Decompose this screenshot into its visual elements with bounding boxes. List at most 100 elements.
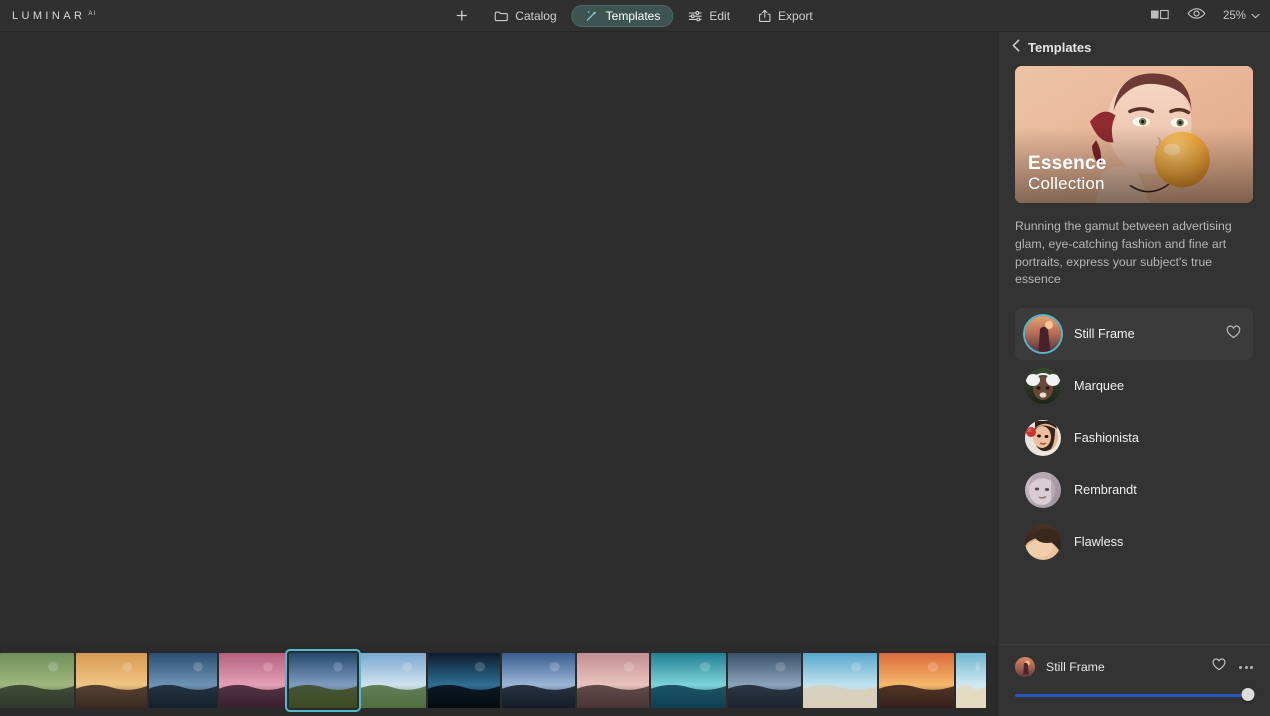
- tab-export[interactable]: Export: [745, 5, 826, 27]
- applied-template-bar: Still Frame: [998, 644, 1270, 716]
- template-thumbnail-image: [1025, 420, 1061, 457]
- luminar-app-window: LUMINAR AI Catalog Templates Edit Export…: [0, 0, 1270, 716]
- template-thumbnail: [1025, 524, 1061, 561]
- template-thumbnail-image: [1025, 472, 1061, 509]
- image-canvas[interactable]: [0, 32, 997, 645]
- filmstrip-thumbnail[interactable]: [803, 653, 877, 708]
- template-thumbnail-image: [1025, 368, 1061, 405]
- still-frame-thumb-small-image: [1015, 657, 1035, 677]
- add-button[interactable]: [444, 5, 479, 27]
- filmstrip-thumbnail[interactable]: [359, 653, 426, 708]
- filmstrip-thumbnail[interactable]: [879, 653, 954, 708]
- filmstrip-thumbnail-image: [359, 653, 426, 708]
- logo-text: LUMINAR: [12, 9, 86, 22]
- filmstrip-thumbnail[interactable]: [728, 653, 801, 708]
- filmstrip-thumbnail-image: [289, 653, 357, 708]
- filmstrip-thumbnail[interactable]: [502, 653, 575, 708]
- preview-eye-icon[interactable]: [1187, 7, 1206, 25]
- folder-icon: [494, 10, 508, 22]
- filmstrip-thumbnail[interactable]: [285, 649, 361, 712]
- tab-edit-label: Edit: [709, 8, 731, 23]
- compare-view-icon[interactable]: [1150, 7, 1170, 25]
- template-thumbnail-image: [1025, 524, 1061, 561]
- heart-icon[interactable]: [1226, 325, 1241, 344]
- slider-knob[interactable]: [1241, 688, 1255, 701]
- template-item-marquee[interactable]: Marquee: [1015, 360, 1253, 412]
- template-item-flawless[interactable]: Flawless: [1015, 516, 1253, 568]
- tab-export-label: Export: [778, 8, 813, 23]
- share-icon: [758, 9, 771, 23]
- back-chevron-icon[interactable]: [1012, 39, 1020, 55]
- plus-icon: [455, 9, 468, 22]
- applied-template-name: Still Frame: [1046, 660, 1105, 674]
- filmstrip-thumbnail[interactable]: [956, 653, 986, 708]
- filmstrip[interactable]: [0, 645, 997, 716]
- filmstrip-thumbnail-image: [0, 653, 74, 708]
- logo-superscript: AI: [88, 10, 97, 17]
- filmstrip-thumbnail-image: [651, 653, 726, 708]
- template-thumbnail: [1025, 316, 1061, 353]
- zoom-level-control[interactable]: 25%: [1223, 10, 1260, 22]
- panel-content: Essence Collection Running the gamut bet…: [998, 62, 1270, 644]
- template-item-label: Marquee: [1074, 379, 1125, 394]
- panel-header: Templates: [998, 32, 1270, 62]
- workspace: Templates Essence Collection Running the…: [0, 32, 1270, 716]
- tab-catalog[interactable]: Catalog: [481, 5, 569, 27]
- template-item-label: Rembrandt: [1074, 483, 1137, 498]
- template-thumbnail: [1025, 472, 1061, 509]
- templates-panel: Templates Essence Collection Running the…: [997, 32, 1270, 716]
- template-amount-slider[interactable]: [1015, 688, 1255, 702]
- collection-hero-caption: Essence Collection: [1028, 153, 1107, 193]
- filmstrip-thumbnail[interactable]: [149, 653, 217, 708]
- filmstrip-thumbnail[interactable]: [428, 653, 500, 708]
- app-logo: LUMINAR AI: [12, 10, 96, 22]
- template-list: Still Frame Marquee Fashionista Rembrandt Fl…: [1015, 308, 1253, 568]
- template-item-label: Fashionista: [1074, 431, 1139, 446]
- applied-template-row: Still Frame: [1015, 657, 1253, 677]
- more-options-icon[interactable]: [1239, 665, 1253, 669]
- main-nav-tabs: Catalog Templates Edit Export: [444, 4, 826, 27]
- template-item-fashionista[interactable]: Fashionista: [1015, 412, 1253, 464]
- filmstrip-thumbnail-image: [803, 653, 877, 708]
- zoom-level-label: 25%: [1222, 9, 1246, 22]
- panel-title: Templates: [1028, 39, 1092, 55]
- filmstrip-thumbnail-image: [956, 653, 986, 708]
- filmstrip-thumbnail-image: [76, 653, 147, 708]
- filmstrip-thumbnail-image: [219, 653, 287, 708]
- filmstrip-thumbnail-image: [879, 653, 954, 708]
- tab-templates[interactable]: Templates: [571, 4, 674, 27]
- filmstrip-thumbnail[interactable]: [651, 653, 726, 708]
- filmstrip-thumbnail-image: [428, 653, 500, 708]
- collection-hero-card[interactable]: Essence Collection: [1015, 66, 1253, 203]
- top-toolbar: LUMINAR AI Catalog Templates Edit Export…: [0, 0, 1270, 32]
- magic-wand-icon: [585, 9, 599, 23]
- template-item-label: Still Frame: [1074, 327, 1135, 342]
- applied-template-thumbnail: [1015, 657, 1035, 677]
- template-thumbnail-image: [1025, 316, 1061, 353]
- canvas-column: [0, 32, 997, 716]
- view-controls: 25%: [1150, 7, 1260, 25]
- template-item-still-frame[interactable]: Still Frame: [1015, 308, 1253, 361]
- filmstrip-thumbnail-image: [728, 653, 801, 708]
- collection-title: Essence: [1028, 152, 1107, 174]
- filmstrip-thumbnail[interactable]: [0, 653, 74, 708]
- filmstrip-thumbnail-image: [149, 653, 217, 708]
- template-thumbnail: [1025, 368, 1061, 405]
- tab-catalog-label: Catalog: [515, 8, 557, 23]
- template-item-rembrandt[interactable]: Rembrandt: [1015, 464, 1253, 516]
- template-thumbnail: [1025, 420, 1061, 457]
- tab-templates-label: Templates: [605, 8, 661, 23]
- filmstrip-thumbnail-image: [502, 653, 575, 708]
- tab-edit[interactable]: Edit: [675, 5, 743, 27]
- filmstrip-thumbnail[interactable]: [577, 653, 649, 708]
- collection-subtitle: Collection: [1028, 173, 1105, 193]
- slider-fill: [1015, 693, 1249, 697]
- filmstrip-thumbnail-image: [577, 653, 649, 708]
- heart-icon[interactable]: [1212, 658, 1226, 676]
- chevron-down-icon: [1251, 10, 1260, 22]
- template-item-label: Flawless: [1074, 535, 1124, 550]
- sliders-icon: [688, 10, 702, 22]
- filmstrip-thumbnail[interactable]: [76, 653, 147, 708]
- applied-template-actions: [1212, 658, 1253, 676]
- filmstrip-thumbnail[interactable]: [219, 653, 287, 708]
